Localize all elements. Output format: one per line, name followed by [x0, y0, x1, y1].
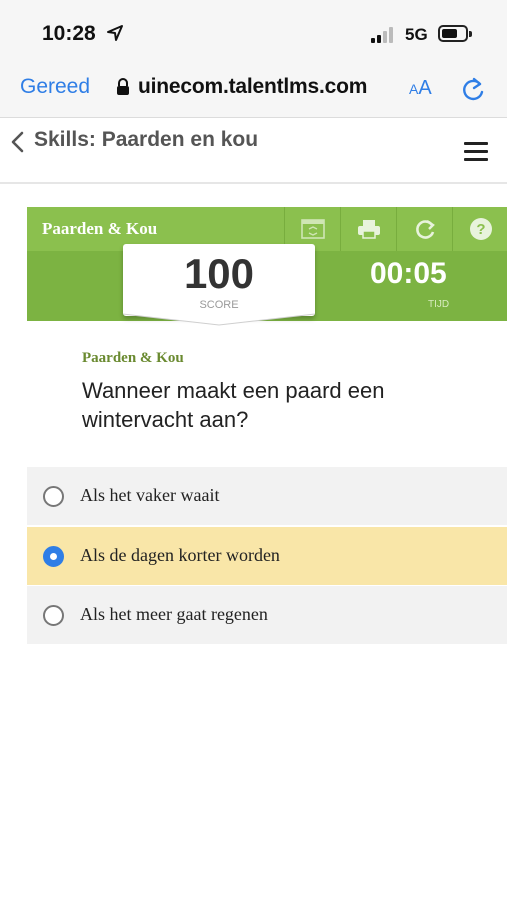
help-button[interactable]: ?: [452, 207, 507, 251]
score-card: 100 SCORE: [123, 244, 315, 316]
course-header: Skills: Paarden en kou: [0, 118, 507, 184]
radio-button[interactable]: [43, 605, 64, 626]
fullscreen-icon: [300, 219, 325, 239]
signal-strength-icon: [371, 27, 397, 43]
back-chevron-icon[interactable]: [10, 130, 26, 154]
score-value: 100: [183, 250, 255, 297]
status-bar: 10:28 5G: [0, 0, 507, 64]
score-card-ribbon: [123, 310, 315, 326]
answer-label: Als de dagen korter worden: [80, 545, 280, 565]
lock-icon: [117, 78, 129, 95]
hamburger-menu-icon[interactable]: [464, 142, 488, 166]
network-type: 5G: [405, 25, 428, 44]
question-text: Wanneer maakt een paard een wintervacht …: [82, 378, 385, 432]
answer-option[interactable]: Als het meer gaat regenen: [27, 586, 507, 644]
timer-value: 00:05: [370, 257, 447, 290]
browser-url-bar: Gereed uinecom.talentlms.com AA: [0, 64, 507, 118]
help-icon: ?: [469, 218, 492, 240]
location-arrow-icon: [107, 25, 123, 41]
url-address[interactable]: uinecom.talentlms.com: [138, 75, 367, 99]
restart-icon: [415, 220, 435, 239]
timer-label: TIJD: [428, 299, 450, 310]
status-time: 10:28: [42, 22, 96, 45]
radio-button[interactable]: [43, 486, 64, 507]
answer-label: Als het meer gaat regenen: [80, 604, 268, 624]
text-size-button[interactable]: AA: [409, 77, 432, 100]
print-button[interactable]: [340, 207, 396, 251]
quiz-name: Paarden & Kou: [42, 219, 158, 238]
svg-text:?: ?: [476, 221, 485, 238]
battery-icon: [438, 25, 472, 42]
print-icon: [357, 220, 380, 239]
restart-button[interactable]: [396, 207, 452, 251]
question-category: Paarden & Kou: [82, 350, 184, 366]
course-title[interactable]: Skills: Paarden en kou: [34, 128, 258, 152]
answer-option[interactable]: Als het vaker waait: [27, 467, 507, 525]
answer-label: Als het vaker waait: [80, 485, 220, 505]
reload-icon[interactable]: [460, 75, 486, 103]
done-button[interactable]: Gereed: [20, 75, 90, 99]
answer-option-selected[interactable]: Als de dagen korter worden: [27, 527, 507, 585]
radio-button-checked[interactable]: [43, 546, 64, 567]
